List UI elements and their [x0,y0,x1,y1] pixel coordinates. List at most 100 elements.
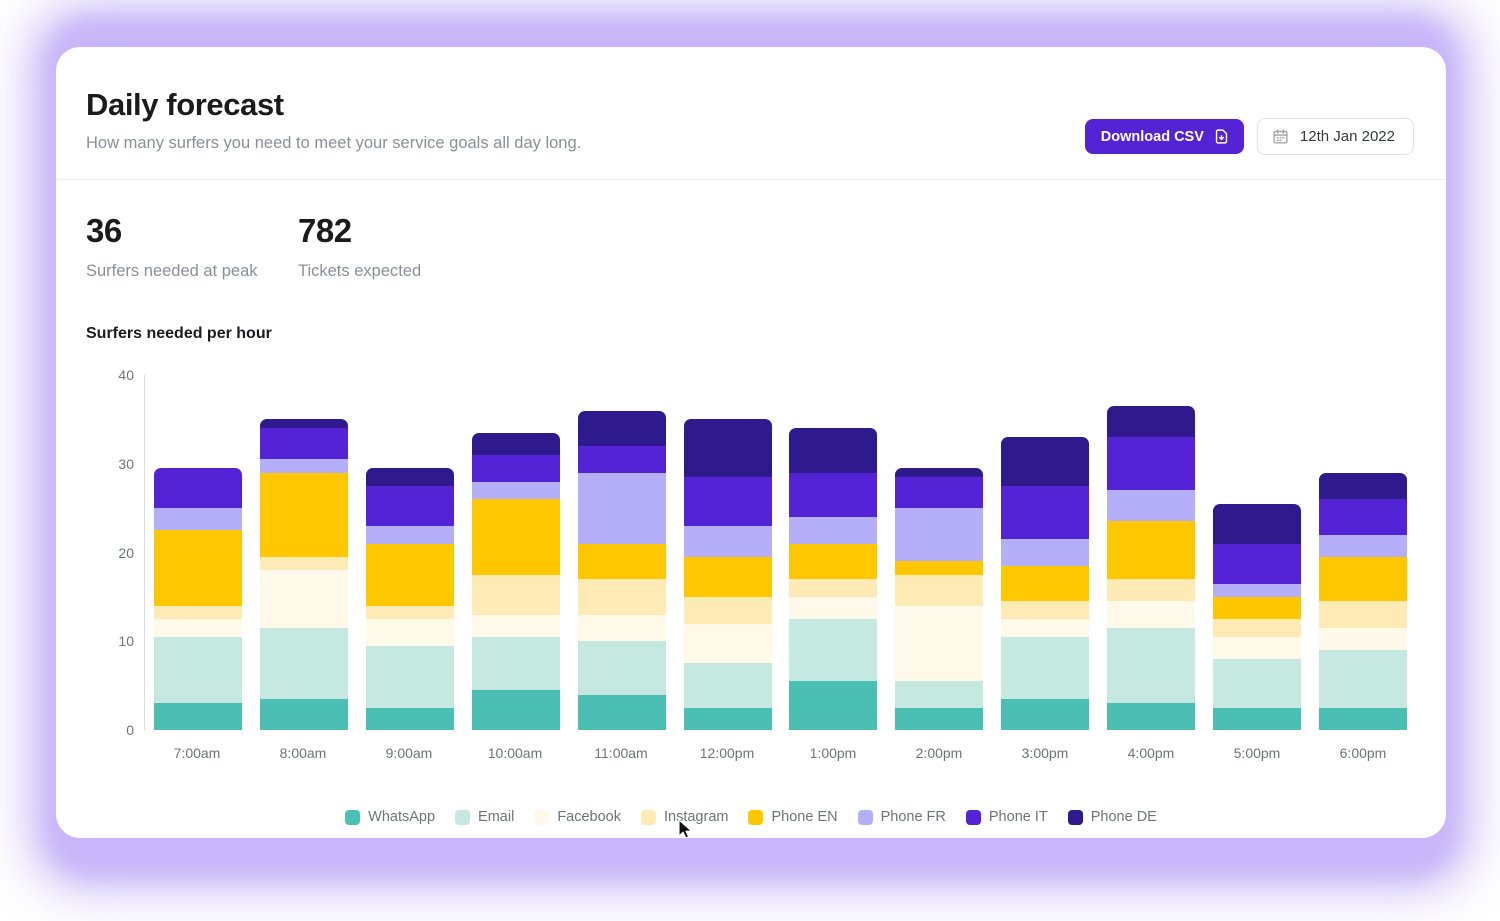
bar-segment[interactable] [259,556,348,571]
bar-column[interactable] [675,375,781,730]
bar-segment[interactable] [895,561,984,575]
bar-segment[interactable] [895,605,984,682]
bar-segment[interactable] [789,472,878,517]
bar-segment[interactable] [1107,703,1196,730]
bar-segment[interactable] [153,508,242,531]
bar-segment[interactable] [365,543,454,606]
bar-segment[interactable] [895,477,984,509]
date-picker[interactable]: 12th Jan 2022 [1256,118,1414,155]
bar-segment[interactable] [1001,485,1090,540]
bar-column[interactable] [1098,375,1204,730]
bar-column[interactable] [145,375,251,730]
bar-segment[interactable] [895,574,984,606]
bar-column[interactable] [1310,375,1416,730]
bar-segment[interactable] [577,641,666,695]
bar-segment[interactable] [1319,650,1408,708]
bar-segment[interactable] [259,472,348,557]
bar-segment[interactable] [895,707,984,730]
legend-item[interactable]: Email [455,809,514,825]
bar-segment[interactable] [1107,579,1196,602]
legend-item[interactable]: Phone FR [857,809,946,825]
bar-segment[interactable] [471,614,560,637]
bar-segment[interactable] [577,694,666,730]
stacked-bar[interactable] [1107,406,1196,730]
bar-segment[interactable] [153,703,242,730]
bar-segment[interactable] [1213,596,1302,620]
stacked-bar[interactable] [259,419,348,730]
bar-segment[interactable] [789,681,878,730]
bar-segment[interactable] [1319,556,1408,602]
bar-segment[interactable] [895,681,984,708]
bar-segment[interactable] [1213,583,1302,597]
bar-segment[interactable] [1213,659,1302,708]
bar-segment[interactable] [153,619,242,637]
bar-segment[interactable] [1213,636,1302,659]
bar-segment[interactable] [365,605,454,620]
bar-segment[interactable] [471,454,560,482]
bar-segment[interactable] [789,428,878,473]
bar-segment[interactable] [259,419,348,429]
stacked-bar[interactable] [577,410,666,730]
bar-segment[interactable] [1107,437,1196,491]
bar-segment[interactable] [577,472,666,544]
bar-column[interactable] [1204,375,1310,730]
stacked-bar[interactable] [1001,437,1090,730]
bar-segment[interactable] [1107,521,1196,580]
bar-segment[interactable] [259,570,348,628]
bar-segment[interactable] [1001,565,1090,602]
stacked-bar[interactable] [1213,503,1302,730]
bar-segment[interactable] [577,543,666,580]
bar-segment[interactable] [1107,627,1196,704]
bar-segment[interactable] [1107,601,1196,628]
bar-segment[interactable] [471,432,560,455]
bar-segment[interactable] [1107,406,1196,438]
bar-segment[interactable] [1213,543,1302,584]
bar-column[interactable] [569,375,675,730]
bar-segment[interactable] [259,459,348,473]
bar-column[interactable] [463,375,569,730]
bar-segment[interactable] [1107,490,1196,522]
bar-segment[interactable] [683,596,772,624]
bar-segment[interactable] [365,525,454,544]
bar-segment[interactable] [683,477,772,526]
bar-segment[interactable] [683,556,772,597]
bar-segment[interactable] [259,428,348,460]
bar-segment[interactable] [683,525,772,557]
bar-segment[interactable] [1319,707,1408,730]
bar-segment[interactable] [365,645,454,708]
bar-segment[interactable] [577,579,666,615]
bar-segment[interactable] [153,605,242,620]
bar-segment[interactable] [153,636,242,704]
stacked-bar[interactable] [1319,472,1408,730]
bar-segment[interactable] [577,614,666,642]
bar-segment[interactable] [1213,503,1302,544]
stacked-bar[interactable] [471,432,560,730]
bar-segment[interactable] [789,619,878,682]
bar-segment[interactable] [789,579,878,597]
bar-segment[interactable] [683,623,772,664]
bar-segment[interactable] [259,627,348,699]
bar-segment[interactable] [683,419,772,478]
bar-segment[interactable] [153,530,242,606]
bar-column[interactable] [251,375,357,730]
bar-segment[interactable] [471,481,560,500]
bar-segment[interactable] [259,698,348,730]
legend-item[interactable]: Facebook [534,809,621,825]
bar-segment[interactable] [471,636,560,691]
bar-segment[interactable] [1001,636,1090,699]
bar-segment[interactable] [577,446,666,473]
bar-segment[interactable] [471,499,560,575]
bar-segment[interactable] [1319,499,1408,535]
bar-segment[interactable] [365,619,454,646]
bar-segment[interactable] [789,596,878,620]
bar-segment[interactable] [1001,619,1090,637]
bar-segment[interactable] [1213,619,1302,637]
bar-segment[interactable] [1001,437,1090,486]
bar-segment[interactable] [895,468,984,478]
bar-segment[interactable] [1213,707,1302,730]
legend-item[interactable]: Phone EN [748,809,838,825]
bar-segment[interactable] [1319,627,1408,651]
legend-item[interactable]: WhatsApp [345,809,435,825]
bar-segment[interactable] [683,707,772,730]
legend-item[interactable]: Phone IT [965,809,1048,825]
